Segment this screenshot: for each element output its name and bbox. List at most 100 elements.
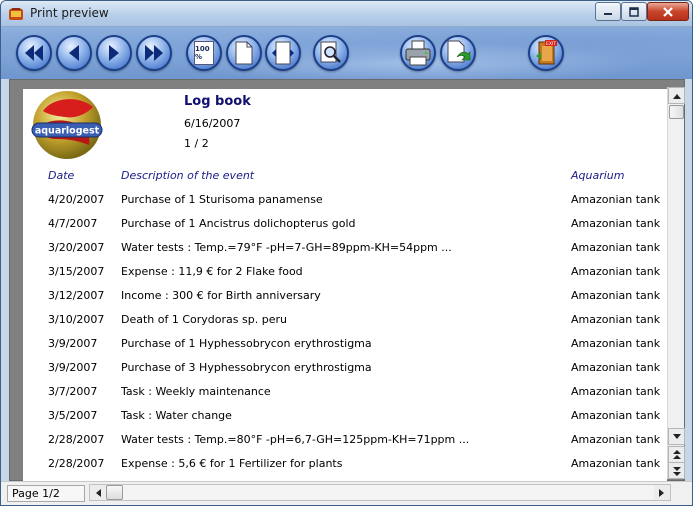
export-button[interactable] xyxy=(440,35,476,71)
row-description: Expense : 5,6 € for 1 Fertilizer for pla… xyxy=(121,457,343,470)
left-arrow-icon xyxy=(69,45,79,61)
previous-page-button[interactable] xyxy=(56,35,92,71)
scroll-down-button[interactable] xyxy=(668,428,685,445)
title-bar: Print preview xyxy=(1,1,692,27)
row-description: Purchase of 1 Sturisoma panamense xyxy=(121,193,323,206)
printer-icon xyxy=(405,40,431,66)
logo-text: aquarlogest xyxy=(35,126,100,137)
page-100-icon: 100 % xyxy=(194,41,214,65)
row-date: 3/15/2007 xyxy=(48,265,105,278)
table-row: 3/9/2007 Purchase of 3 Hyphessobrycon ery… xyxy=(23,361,667,385)
next-page-button[interactable] xyxy=(96,35,132,71)
whole-page-button[interactable] xyxy=(226,35,262,71)
row-aquarium: Amazonian tank xyxy=(571,289,661,302)
table-row: 2/28/2007 Expense : 5,6 € for 1 Fertilize… xyxy=(23,457,667,481)
row-aquarium: Amazonian tank xyxy=(571,193,661,206)
row-date: 3/7/2007 xyxy=(48,385,98,398)
vertical-scrollbar[interactable] xyxy=(667,87,685,479)
column-header-aquarium: Aquarium xyxy=(571,169,625,182)
report-date: 6/16/2007 xyxy=(184,117,241,130)
row-date: 3/9/2007 xyxy=(48,337,98,350)
first-page-button[interactable] xyxy=(16,35,52,71)
row-aquarium: Amazonian tank xyxy=(571,265,661,278)
row-aquarium: Amazonian tank xyxy=(571,409,661,422)
maximize-button[interactable] xyxy=(621,2,647,21)
last-page-button[interactable] xyxy=(136,35,172,71)
table-row: 3/20/2007 Water tests : Temp.=79°F -pH=7-… xyxy=(23,241,667,265)
page-down-button[interactable] xyxy=(668,462,685,479)
row-description: Task : Weekly maintenance xyxy=(121,385,271,398)
row-description: Purchase of 1 Hyphessobrycon erythrostig… xyxy=(121,337,372,350)
table-row: 3/5/2007 Task : Water change Amazonian tan… xyxy=(23,409,667,433)
row-description: Death of 1 Corydoras sp. peru xyxy=(121,313,287,326)
zoom-100-label: 100 % xyxy=(195,45,210,61)
table-row: 4/7/2007 Purchase of 1 Ancistrus dolichop… xyxy=(23,217,667,241)
left-small-arrow-icon xyxy=(96,488,101,497)
zoom-button[interactable] xyxy=(313,35,349,71)
row-aquarium: Amazonian tank xyxy=(571,433,661,446)
row-description: Water tests : Temp.=80°F -pH=6,7-GH=125p… xyxy=(121,433,470,446)
row-date: 3/20/2007 xyxy=(48,241,105,254)
scroll-right-button[interactable] xyxy=(654,485,670,500)
report-page: aquarlogest Log book 6/16/2007 1 / 2 Dat… xyxy=(23,89,667,482)
horizontal-scrollbar[interactable] xyxy=(89,484,671,501)
row-date: 3/9/2007 xyxy=(48,361,98,374)
double-right-arrow-icon xyxy=(145,45,163,61)
minimize-icon xyxy=(604,12,612,15)
table-row: 3/7/2007 Task : Weekly maintenance Amazoni… xyxy=(23,385,667,409)
row-description: Water tests : Temp.=79°F -pH=7-GH=89ppm-… xyxy=(121,241,452,254)
export-page-icon xyxy=(447,40,471,63)
row-date: 4/20/2007 xyxy=(48,193,105,206)
row-description: Purchase of 1 Ancistrus dolichopterus go… xyxy=(121,217,356,230)
row-date: 2/28/2007 xyxy=(48,457,105,470)
row-aquarium: Amazonian tank xyxy=(571,313,661,326)
page-up-button[interactable] xyxy=(668,446,685,463)
horizontal-scroll-thumb[interactable] xyxy=(106,485,123,500)
row-date: 2/28/2007 xyxy=(48,433,105,446)
maximize-icon xyxy=(629,6,639,17)
zoom-100-button[interactable]: 100 % xyxy=(186,35,222,71)
scroll-left-button[interactable] xyxy=(90,485,106,500)
scroll-up-button[interactable] xyxy=(668,87,685,104)
row-date: 4/7/2007 xyxy=(48,217,98,230)
aquarlogest-logo: aquarlogest xyxy=(31,91,103,159)
table-row: 3/10/2007 Death of 1 Corydoras sp. peru Am… xyxy=(23,313,667,337)
row-aquarium: Amazonian tank xyxy=(571,385,661,398)
window-title: Print preview xyxy=(30,6,109,20)
app-icon xyxy=(9,8,23,20)
table-row: 3/12/2007 Income : 300 € for Birth annive… xyxy=(23,289,667,313)
page-width-icon xyxy=(272,41,294,65)
preview-area[interactable]: aquarlogest Log book 6/16/2007 1 / 2 Dat… xyxy=(9,79,685,482)
row-description: Task : Water change xyxy=(121,409,232,422)
vertical-scroll-thumb[interactable] xyxy=(669,105,684,119)
column-header-description: Description of the event xyxy=(121,169,255,182)
table-row: 3/15/2007 Expense : 11,9 € for 2 Flake fo… xyxy=(23,265,667,289)
row-description: Purchase of 3 Hyphessobrycon erythrostig… xyxy=(121,361,372,374)
row-date: 3/5/2007 xyxy=(48,409,98,422)
close-button[interactable] xyxy=(647,2,689,21)
print-button[interactable] xyxy=(400,35,436,71)
status-bar: Page 1/2 xyxy=(1,481,692,505)
exit-door-icon: EXIT xyxy=(536,40,557,65)
page-down-icon xyxy=(672,466,681,476)
page-width-button[interactable] xyxy=(265,35,301,71)
row-aquarium: Amazonian tank xyxy=(571,361,661,374)
page-up-icon xyxy=(672,449,681,459)
print-preview-window: Print preview 100 % EXIT aquarlogest Log… xyxy=(0,0,693,506)
row-description: Expense : 11,9 € for 2 Flake food xyxy=(121,265,303,278)
row-date: 3/10/2007 xyxy=(48,313,105,326)
row-aquarium: Amazonian tank xyxy=(571,337,661,350)
row-aquarium: Amazonian tank xyxy=(571,217,661,230)
double-left-arrow-icon xyxy=(25,45,43,61)
right-arrow-icon xyxy=(109,45,119,61)
table-row: 2/28/2007 Water tests : Temp.=80°F -pH=6,… xyxy=(23,433,667,457)
row-aquarium: Amazonian tank xyxy=(571,457,661,470)
right-small-arrow-icon xyxy=(659,488,664,497)
row-aquarium: Amazonian tank xyxy=(571,241,661,254)
row-date: 3/12/2007 xyxy=(48,289,105,302)
exit-button[interactable]: EXIT xyxy=(528,35,564,71)
row-description: Income : 300 € for Birth anniversary xyxy=(121,289,321,302)
minimize-button[interactable] xyxy=(595,2,621,21)
exit-label: EXIT xyxy=(546,41,556,47)
table-row: 4/20/2007 Purchase of 1 Sturisoma panamen… xyxy=(23,193,667,217)
